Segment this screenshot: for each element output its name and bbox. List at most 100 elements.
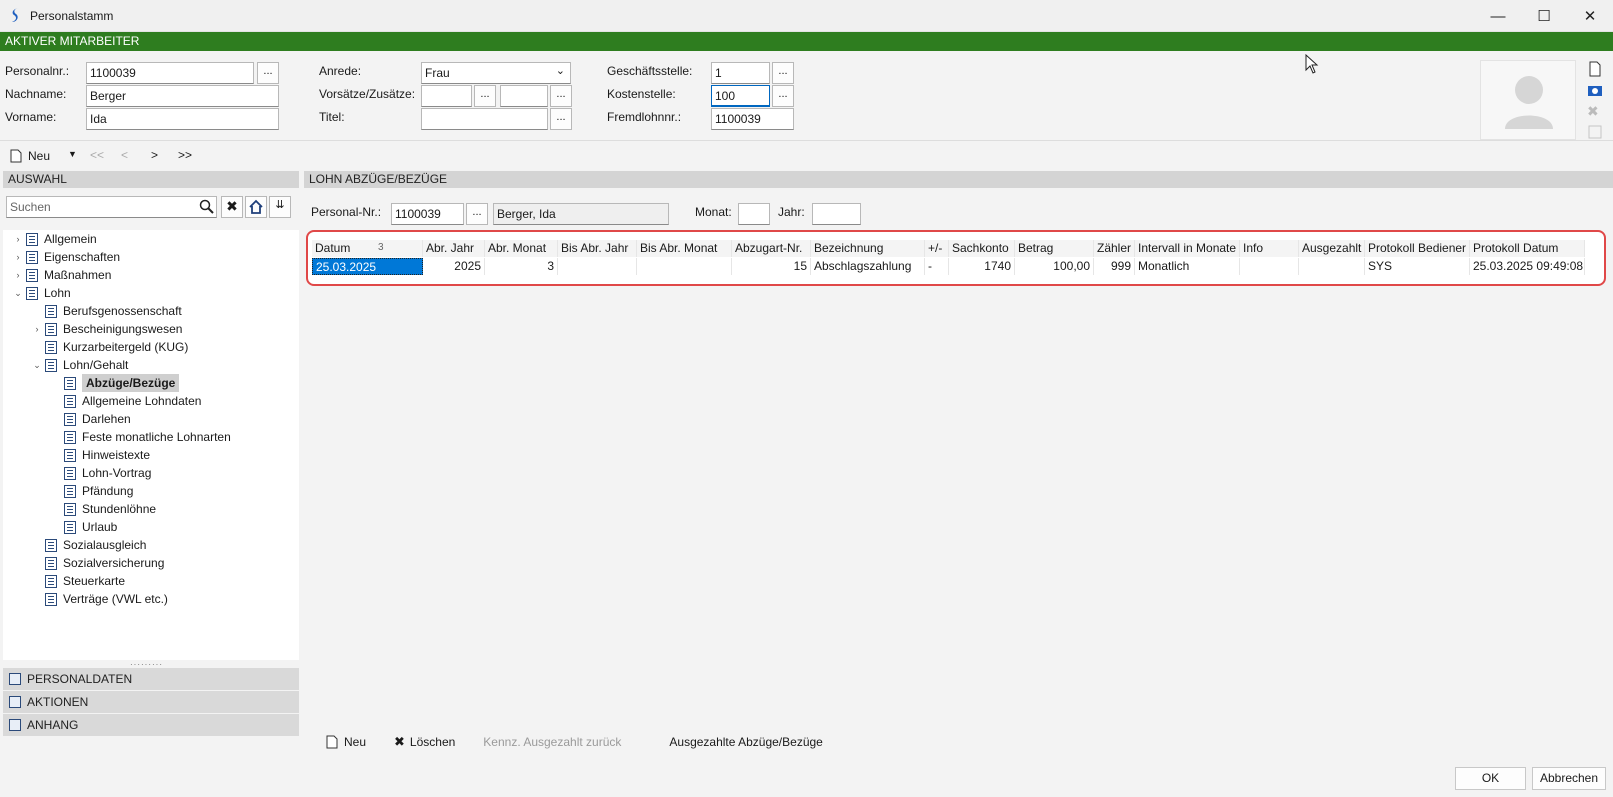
expand-toggle-icon[interactable]: › xyxy=(13,230,23,248)
tree-item[interactable]: › Maßnahmen xyxy=(3,266,299,284)
column-header[interactable]: Ausgezahlt xyxy=(1299,240,1365,257)
ok-button[interactable]: OK xyxy=(1455,767,1526,790)
grid-cell[interactable]: SYS xyxy=(1365,258,1470,275)
grid-cell[interactable] xyxy=(558,258,637,275)
tree-item[interactable]: Sozialversicherung xyxy=(3,554,299,572)
column-header[interactable]: Protokoll Bediener xyxy=(1365,240,1470,257)
tree-item[interactable]: Sozialausgleich xyxy=(3,536,299,554)
personalnr-lookup-button[interactable]: ... xyxy=(257,62,279,84)
vorname-field[interactable]: Ida xyxy=(86,108,279,130)
grid-cell[interactable] xyxy=(637,258,732,275)
accordion-anhang[interactable]: ANHANG xyxy=(3,714,299,737)
column-header[interactable]: +/- xyxy=(925,240,949,257)
column-header[interactable]: Protokoll Datum xyxy=(1470,240,1585,257)
nachname-field[interactable]: Berger xyxy=(86,85,279,107)
grid-cell[interactable]: 25.03.2025 xyxy=(312,258,423,275)
expand-all-icon[interactable]: ⇊ xyxy=(269,196,291,218)
grid-cell[interactable]: Monatlich xyxy=(1135,258,1240,275)
kostenstelle-field[interactable]: 100 xyxy=(711,85,770,107)
save-photo-icon[interactable] xyxy=(1587,124,1603,140)
personalnr-field[interactable]: 1100039 xyxy=(86,62,254,84)
monat-field[interactable] xyxy=(738,203,770,225)
reset-paid-flag-button[interactable]: Kennz. Ausgezahlt zurück xyxy=(483,735,621,749)
grid-cell[interactable]: 999 xyxy=(1094,258,1135,275)
zusatz-lookup-button[interactable]: ... xyxy=(550,85,572,107)
grid-cell[interactable]: 100,00 xyxy=(1015,258,1094,275)
first-record-button[interactable]: << xyxy=(90,148,104,162)
grid-cell[interactable]: 2025 xyxy=(423,258,485,275)
titel-lookup-button[interactable]: ... xyxy=(550,108,572,130)
accordion-aktionen[interactable]: AKTIONEN xyxy=(3,691,299,714)
column-header[interactable]: Bezeichnung xyxy=(811,240,925,257)
new-document-icon[interactable] xyxy=(1587,61,1603,77)
tree-item[interactable]: Darlehen xyxy=(3,410,299,428)
grid-cell[interactable]: - xyxy=(925,258,949,275)
grid-cell[interactable]: Abschlagszahlung xyxy=(811,258,925,275)
column-header[interactable]: Abr. Jahr xyxy=(423,240,485,257)
tree-item[interactable]: Kurzarbeitergeld (KUG) xyxy=(3,338,299,356)
search-input[interactable]: Suchen xyxy=(6,196,217,218)
vorsatz-lookup-button[interactable]: ... xyxy=(474,85,496,107)
tree-item[interactable]: › Allgemein xyxy=(3,230,299,248)
vorsatz-field[interactable] xyxy=(421,85,472,107)
search-icon[interactable] xyxy=(199,199,215,215)
tree-item[interactable]: Hinweistexte xyxy=(3,446,299,464)
tree-item[interactable]: Urlaub xyxy=(3,518,299,536)
personal-nr-lookup-button[interactable]: ... xyxy=(466,203,488,225)
grid-cell[interactable]: 1740 xyxy=(949,258,1015,275)
camera-icon[interactable] xyxy=(1587,82,1603,98)
tree-item[interactable]: › Bescheinigungswesen xyxy=(3,320,299,338)
grid-cell[interactable]: 15 xyxy=(732,258,811,275)
delete-photo-icon[interactable]: ✖ xyxy=(1587,103,1603,119)
column-header[interactable]: Abzugart-Nr. xyxy=(732,240,811,257)
titel-field[interactable] xyxy=(421,108,548,130)
paid-deductions-button[interactable]: Ausgezahlte Abzüge/Bezüge xyxy=(669,735,822,749)
new-record-button[interactable]: Neu xyxy=(10,149,50,163)
tree-item[interactable]: Stundenlöhne xyxy=(3,500,299,518)
tree-item[interactable]: Verträge (VWL etc.) xyxy=(3,590,299,608)
tree-item[interactable]: Steuerkarte xyxy=(3,572,299,590)
grid-new-button[interactable]: Neu xyxy=(326,735,366,749)
prev-record-button[interactable]: < xyxy=(121,148,128,162)
jahr-field[interactable] xyxy=(812,203,861,225)
zusatz-field[interactable] xyxy=(500,85,548,107)
column-header[interactable]: Sachkonto xyxy=(949,240,1015,257)
expand-toggle-icon[interactable]: › xyxy=(13,248,23,266)
personal-nr-field[interactable]: 1100039 xyxy=(391,203,464,225)
accordion-personaldaten[interactable]: PERSONALDATEN xyxy=(3,668,299,691)
home-icon[interactable] xyxy=(245,196,267,218)
tree-item[interactable]: ⌄ Lohn xyxy=(3,284,299,302)
geschaeftsstelle-field[interactable]: 1 xyxy=(711,62,770,84)
tree-item[interactable]: › Eigenschaften xyxy=(3,248,299,266)
tree-item[interactable]: Allgemeine Lohndaten xyxy=(3,392,299,410)
grid-cell[interactable] xyxy=(1299,258,1365,275)
column-header[interactable]: Betrag xyxy=(1015,240,1094,257)
anrede-select[interactable]: Frau ⌄ xyxy=(421,62,571,84)
tree-item[interactable]: Lohn-Vortrag xyxy=(3,464,299,482)
expand-toggle-icon[interactable]: ⌄ xyxy=(13,284,23,302)
minimize-button[interactable]: — xyxy=(1475,0,1521,32)
column-header[interactable]: Bis Abr. Monat xyxy=(637,240,732,257)
kostenstelle-lookup-button[interactable]: ... xyxy=(772,85,794,107)
new-dropdown-icon[interactable]: ▼ xyxy=(68,149,77,159)
column-header[interactable]: Abr. Monat xyxy=(485,240,558,257)
delete-button[interactable]: ✖ Löschen xyxy=(394,734,455,750)
column-header[interactable]: Zähler xyxy=(1094,240,1135,257)
geschaeftsstelle-lookup-button[interactable]: ... xyxy=(772,62,794,84)
tree-item[interactable]: Feste monatliche Lohnarten xyxy=(3,428,299,446)
cancel-button[interactable]: Abbrechen xyxy=(1532,767,1606,790)
tree-item[interactable]: Berufsgenossenschaft xyxy=(3,302,299,320)
expand-toggle-icon[interactable]: › xyxy=(13,266,23,284)
column-header[interactable]: Bis Abr. Jahr xyxy=(558,240,637,257)
expand-toggle-icon[interactable]: › xyxy=(32,320,42,338)
grid-cell[interactable] xyxy=(1240,258,1299,275)
expand-toggle-icon[interactable]: ⌄ xyxy=(32,356,42,374)
tree-item[interactable]: ⌄ Lohn/Gehalt xyxy=(3,356,299,374)
tree-item[interactable]: Pfändung xyxy=(3,482,299,500)
clear-search-icon[interactable]: ✖ xyxy=(221,196,243,218)
column-header[interactable]: Datum xyxy=(312,240,423,257)
grid-cell[interactable]: 3 xyxy=(485,258,558,275)
column-header[interactable]: Intervall in Monate xyxy=(1135,240,1240,257)
column-header[interactable]: Info xyxy=(1240,240,1299,257)
fremdlohnnr-field[interactable]: 1100039 xyxy=(711,108,794,130)
